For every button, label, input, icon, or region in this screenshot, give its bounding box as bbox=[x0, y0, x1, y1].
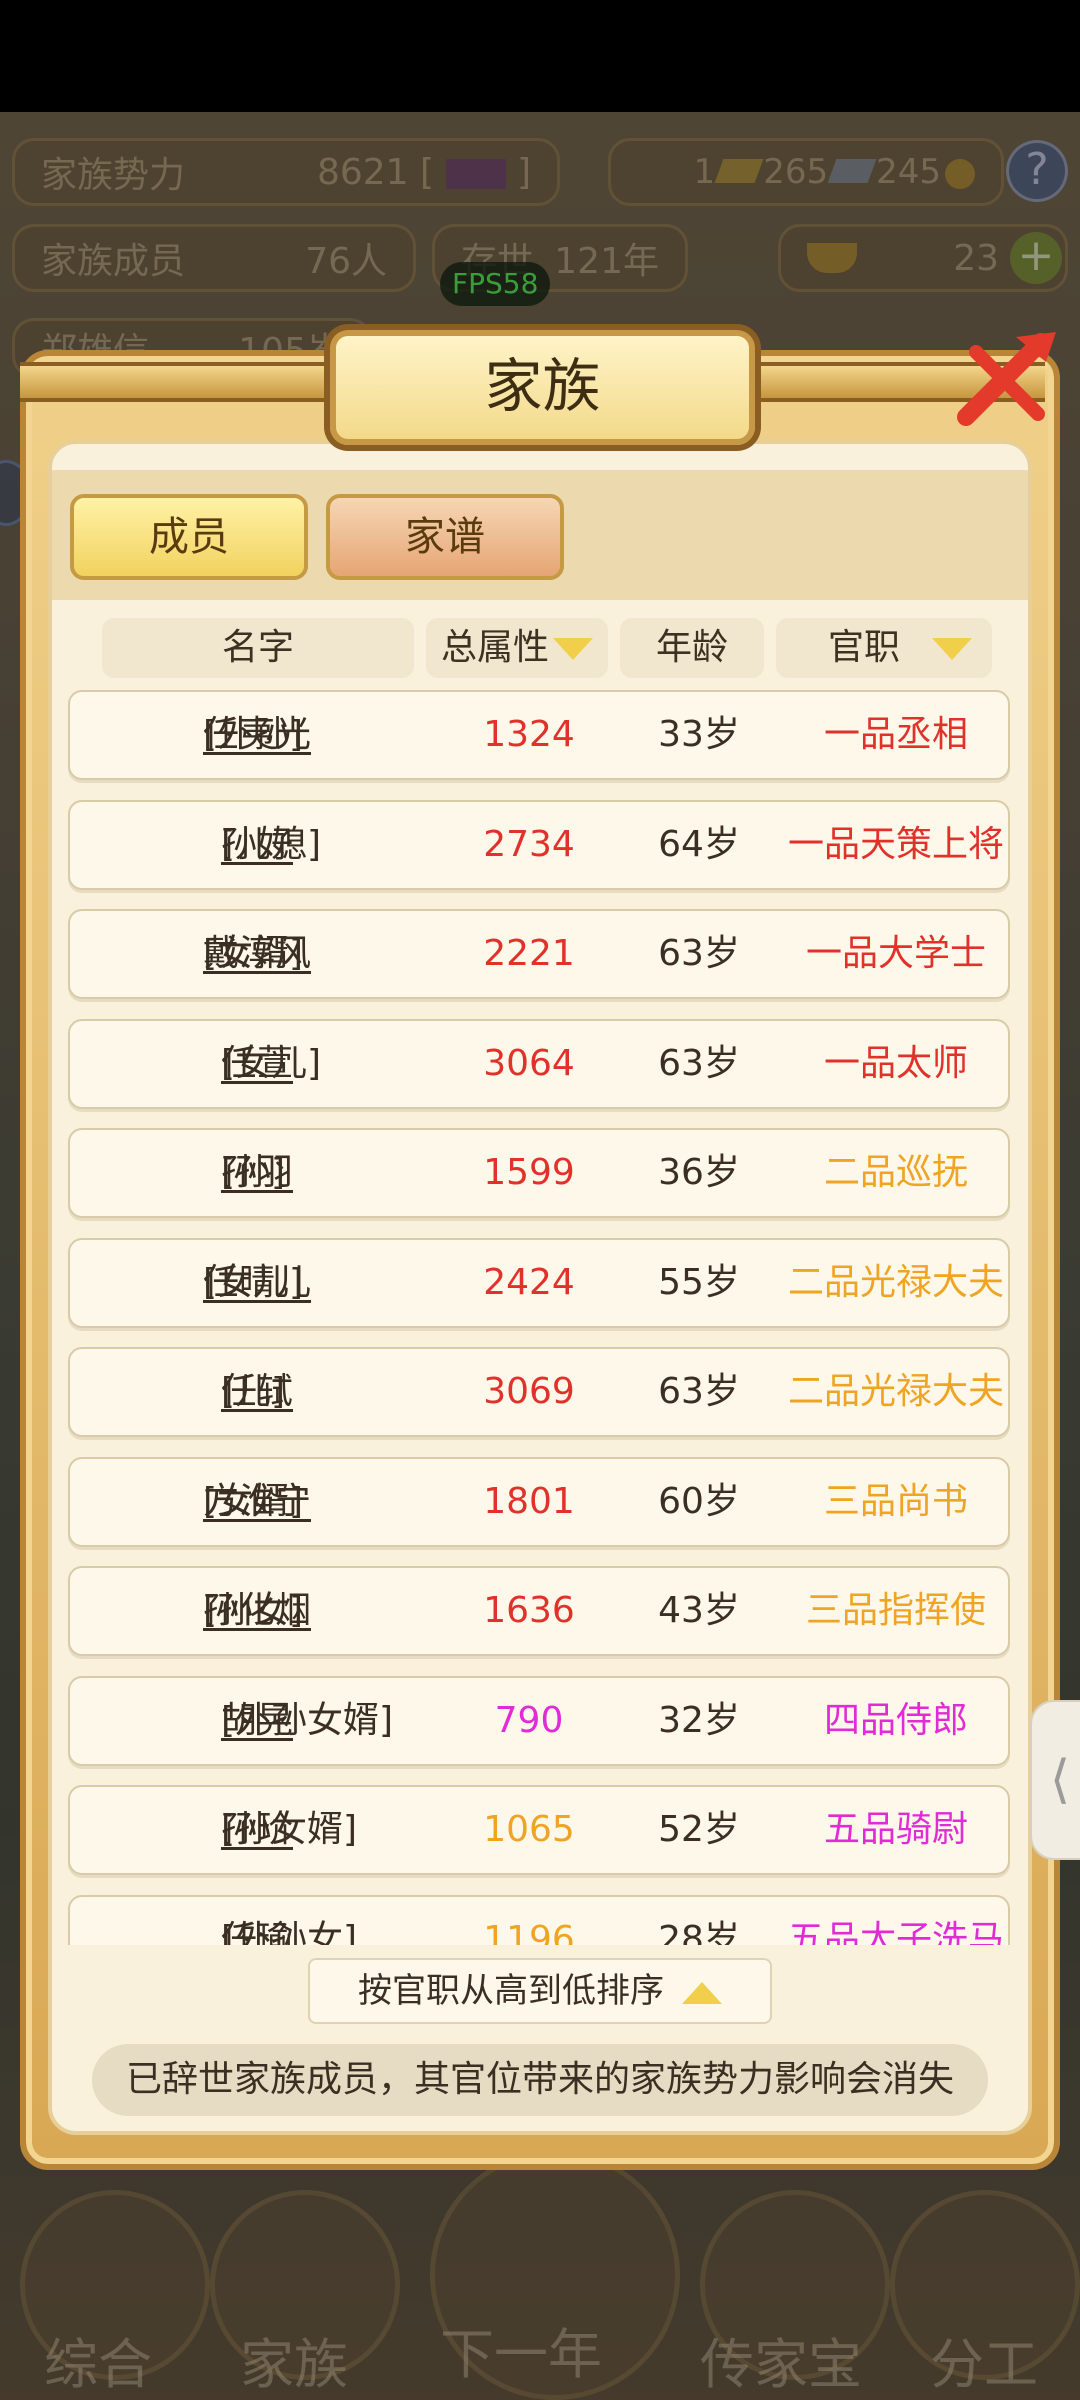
sort-by-rank-button[interactable]: 按官职从高到低排序 bbox=[308, 1958, 772, 2024]
member-relation: [女儿] bbox=[220, 1042, 322, 1084]
member-title: 一品太师 bbox=[823, 1042, 968, 1084]
member-age: 32岁 bbox=[658, 1699, 740, 1741]
sort-label: 按官职从高到低排序 bbox=[358, 1971, 664, 2011]
member-name[interactable]: [女婿] 戴淳风 bbox=[70, 911, 444, 997]
member-row[interactable]: [外孙女婿] 胡晃 790 32岁 四品侍郎 bbox=[68, 1675, 1010, 1766]
member-row[interactable]: [孙女婿] 孙玠 1065 52岁 五品骑尉 bbox=[68, 1785, 1010, 1875]
member-power: 2221 bbox=[483, 933, 575, 974]
member-row[interactable]: [女婿] 方淮宁 1801 60岁 三品尚书 bbox=[68, 1456, 1010, 1547]
member-name[interactable]: [孙] 孙羽 bbox=[70, 1130, 444, 1216]
dialog-title-plate: 家族 bbox=[330, 330, 755, 445]
member-power: 1065 bbox=[483, 1809, 575, 1850]
column-header-name-label: 名字 bbox=[221, 627, 294, 668]
member-title: 一品大学士 bbox=[805, 933, 986, 974]
member-relation: [儿] bbox=[220, 1371, 286, 1412]
column-header-title[interactable]: 官职 bbox=[776, 618, 992, 678]
column-header-power[interactable]: 总属性 bbox=[426, 618, 608, 678]
member-title: 二品光禄大夫 bbox=[787, 1371, 1004, 1412]
member-name[interactable]: [外孙女] 任瑜 bbox=[70, 1897, 444, 1946]
member-age: 64岁 bbox=[658, 823, 740, 865]
member-relation: [孙女] bbox=[202, 1590, 304, 1631]
member-relation: [女婿] bbox=[202, 1480, 304, 1522]
member-power: 1599 bbox=[483, 1152, 575, 1193]
status-bar bbox=[0, 0, 1080, 112]
member-relation: [女儿] bbox=[202, 1261, 304, 1303]
member-name[interactable]: [儿] 任轼 bbox=[70, 1349, 444, 1435]
column-header-name[interactable]: 名字 bbox=[102, 618, 414, 678]
member-row[interactable]: [外孙] 任夷光 1324 33岁 一品丞相 bbox=[68, 690, 1010, 780]
member-title: 一品天策上将 bbox=[787, 823, 1004, 865]
member-row[interactable]: [外孙女] 任瑜 1196 28岁 五品太子洗马 bbox=[68, 1894, 1010, 1946]
member-name[interactable]: [女儿] 任晴儿 bbox=[70, 1240, 444, 1326]
member-age: 60岁 bbox=[658, 1480, 740, 1522]
member-title: 三品指挥使 bbox=[805, 1590, 986, 1631]
close-icon[interactable] bbox=[946, 322, 1066, 442]
member-relation: [外孙] bbox=[202, 714, 304, 755]
member-age: 28岁 bbox=[658, 1918, 740, 1946]
member-power: 1324 bbox=[483, 714, 575, 755]
member-row[interactable]: [儿媳] 孙好 2734 64岁 一品天策上将 bbox=[68, 799, 1010, 890]
member-title: 四品侍郎 bbox=[823, 1699, 968, 1741]
column-header-age-label: 年龄 bbox=[655, 627, 728, 668]
member-relation: [儿媳] bbox=[220, 823, 322, 865]
member-age: 36岁 bbox=[658, 1152, 740, 1193]
deceased-notice: 已辞世家族成员，其官位带来的家族势力影响会消失 bbox=[92, 2044, 988, 2116]
member-relation: [外孙女婿] bbox=[220, 1699, 394, 1741]
member-relation: [外孙女] bbox=[220, 1918, 358, 1946]
column-header-title-label: 官职 bbox=[828, 627, 901, 668]
member-row[interactable]: [孙女] 孙化烟 1636 43岁 三品指挥使 bbox=[68, 1566, 1010, 1656]
member-title: 二品巡抚 bbox=[823, 1152, 968, 1193]
member-power: 1196 bbox=[483, 1918, 575, 1946]
member-name[interactable]: [外孙女婿] 胡晃 bbox=[70, 1678, 444, 1764]
dialog-title: 家族 bbox=[484, 352, 601, 420]
member-name[interactable]: [女婿] 方淮宁 bbox=[70, 1459, 444, 1545]
tab-family-tree[interactable]: 家谱 bbox=[326, 494, 564, 580]
tab-members[interactable]: 成员 bbox=[70, 494, 308, 580]
member-power: 2424 bbox=[483, 1261, 575, 1303]
member-relation: [孙] bbox=[220, 1152, 286, 1193]
member-age: 63岁 bbox=[658, 1042, 740, 1084]
member-relation: [孙女婿] bbox=[220, 1809, 358, 1850]
member-age: 55岁 bbox=[658, 1261, 740, 1303]
member-power: 2734 bbox=[483, 823, 575, 865]
member-name[interactable]: [孙女婿] 孙玠 bbox=[70, 1787, 444, 1873]
member-row[interactable]: [孙] 孙羽 1599 36岁 二品巡抚 bbox=[68, 1128, 1010, 1218]
member-age: 33岁 bbox=[658, 714, 740, 755]
member-list[interactable]: [外孙] 任夷光 1324 33岁 一品丞相 [儿媳] 孙好 2734 64岁 一品天策上将 [女婿… bbox=[68, 690, 1010, 1945]
sort-up-icon bbox=[682, 1981, 722, 2004]
side-expand-tab[interactable]: ⟨ bbox=[1030, 1700, 1080, 1860]
member-power: 1801 bbox=[483, 1480, 575, 1522]
member-power: 3069 bbox=[483, 1371, 575, 1412]
member-age: 43岁 bbox=[658, 1590, 740, 1631]
column-header-power-label: 总属性 bbox=[440, 627, 549, 668]
member-name[interactable]: [女儿] 任萱 bbox=[70, 1021, 444, 1107]
member-title: 三品尚书 bbox=[823, 1480, 968, 1522]
member-row[interactable]: [儿] 任轼 3069 63岁 二品光禄大夫 bbox=[68, 1347, 1010, 1437]
member-title: 五品太子洗马 bbox=[787, 1918, 1004, 1946]
sort-down-icon bbox=[553, 638, 593, 660]
member-name[interactable]: [外孙] 任夷光 bbox=[70, 692, 444, 778]
member-power: 790 bbox=[494, 1699, 564, 1741]
member-row[interactable]: [女儿] 任萱 3064 63岁 一品太师 bbox=[68, 1018, 1010, 1109]
member-name[interactable]: [孙女] 孙化烟 bbox=[70, 1568, 444, 1654]
member-power: 3064 bbox=[483, 1042, 575, 1084]
title-wing-left bbox=[20, 362, 340, 402]
member-title: 二品光禄大夫 bbox=[787, 1261, 1004, 1303]
member-relation: [女婿] bbox=[202, 933, 304, 974]
member-age: 52岁 bbox=[658, 1809, 740, 1850]
member-power: 1636 bbox=[483, 1590, 575, 1631]
chevron-left-icon: ⟨ bbox=[1049, 1750, 1071, 1810]
member-age: 63岁 bbox=[658, 933, 740, 974]
sort-down-icon bbox=[932, 638, 973, 660]
member-title: 五品骑尉 bbox=[823, 1809, 968, 1850]
member-title: 一品丞相 bbox=[823, 714, 968, 755]
member-row[interactable]: [女儿] 任晴儿 2424 55岁 二品光禄大夫 bbox=[68, 1237, 1010, 1328]
column-header-age[interactable]: 年龄 bbox=[620, 618, 764, 678]
member-age: 63岁 bbox=[658, 1371, 740, 1412]
member-name[interactable]: [儿媳] 孙好 bbox=[70, 802, 444, 888]
member-row[interactable]: [女婿] 戴淳风 2221 63岁 一品大学士 bbox=[68, 909, 1010, 999]
